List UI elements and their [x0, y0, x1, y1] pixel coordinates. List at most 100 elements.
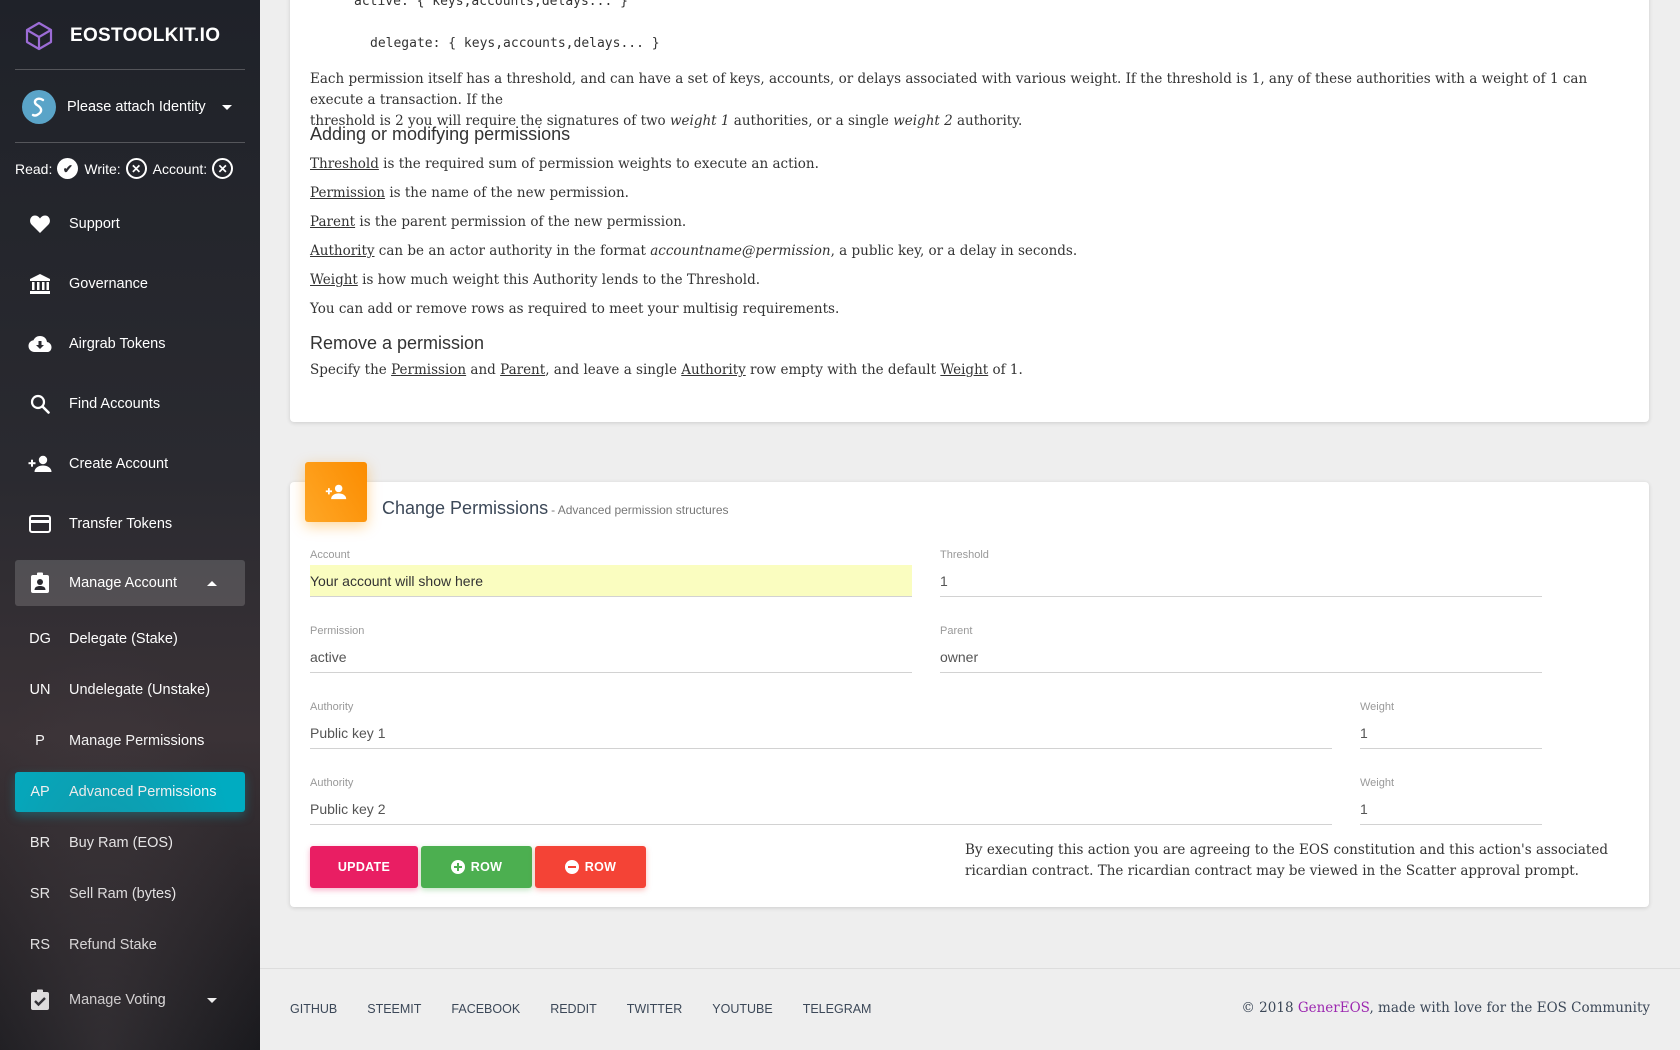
- permission-field: Permission active: [310, 625, 912, 673]
- permission-label: Permission: [310, 625, 365, 637]
- nav-transfer-tokens[interactable]: Transfer Tokens: [15, 501, 245, 547]
- permission-definition: Permission is the name of the new permis…: [310, 183, 1630, 204]
- nav-refund-stake[interactable]: RS Refund Stake: [15, 925, 245, 965]
- contact-badge-icon: [27, 570, 53, 596]
- term-permission: Permission: [310, 185, 386, 201]
- footer-divider: [260, 968, 1680, 969]
- nav-abbr: AP: [30, 784, 50, 800]
- card-title-text: Change Permissions: [382, 498, 549, 518]
- weight-label: Weight: [1360, 777, 1395, 789]
- term-parent: Parent: [500, 362, 546, 378]
- nav-undelegate-unstake[interactable]: UN Undelegate (Unstake): [15, 670, 245, 710]
- term-permission: Permission: [391, 362, 467, 378]
- add-row-button[interactable]: ROW: [421, 846, 532, 888]
- nav-abbr: P: [35, 733, 45, 749]
- authority-label: Authority: [310, 777, 354, 789]
- heading-remove-permission: Remove a permission: [310, 333, 485, 353]
- nav-delegate-stake[interactable]: DG Delegate (Stake): [15, 619, 245, 659]
- nav-abbr: UN: [29, 682, 51, 698]
- cancel-icon: ✕: [125, 158, 147, 179]
- footer-link-twitter[interactable]: TWITTER: [627, 1002, 683, 1016]
- nav-abbr: RS: [29, 937, 51, 953]
- account-field: Account Your account will show here: [310, 549, 912, 597]
- parent-definition: Parent is the parent permission of the n…: [310, 212, 1630, 233]
- scatter-avatar-icon: [22, 90, 56, 124]
- nav-manage-permissions[interactable]: P Manage Permissions: [15, 721, 245, 761]
- code-active: active: { keys,accounts,delays... }: [354, 0, 628, 9]
- term-parent: Parent: [310, 214, 356, 230]
- update-button-label: UPDATE: [337, 860, 391, 874]
- nav-airgrab-tokens[interactable]: Airgrab Tokens: [15, 321, 245, 367]
- nav-manage-account[interactable]: Manage Account: [15, 560, 245, 606]
- card-subtitle: - Advanced permission structures: [551, 503, 729, 517]
- emphasis-text: weight 2: [893, 113, 953, 129]
- term-authority: Authority: [681, 362, 746, 378]
- authority-input[interactable]: Public key 1: [310, 717, 1332, 749]
- chevron-down-icon: [221, 104, 232, 110]
- cloud-download-icon: [27, 331, 53, 357]
- weight-input[interactable]: 1: [1360, 793, 1542, 825]
- footer-link-youtube[interactable]: YOUTUBE: [712, 1002, 772, 1016]
- nav-label: Manage Voting: [69, 992, 166, 1008]
- threshold-paragraph: Each permission itself has a threshold, …: [310, 69, 1630, 132]
- cube-logo-icon: [25, 21, 53, 51]
- weight-label: Weight: [1360, 701, 1395, 713]
- nav-label: Buy Ram (EOS): [69, 835, 173, 851]
- nav-governance[interactable]: Governance: [15, 261, 245, 307]
- generos-link[interactable]: GenerEOS: [1298, 1000, 1370, 1016]
- nav-label: Advanced Permissions: [69, 784, 217, 800]
- check-icon: ✔: [57, 158, 79, 179]
- nav-label: Delegate (Stake): [69, 631, 178, 647]
- nav-abbr: BR: [29, 835, 51, 851]
- term-weight: Weight: [310, 272, 358, 288]
- code-delegate: delegate: { keys,accounts,delays... }: [370, 36, 660, 51]
- parent-input[interactable]: owner: [940, 641, 1542, 673]
- person-add-icon: [27, 451, 53, 477]
- nav-abbr: DG: [29, 631, 51, 647]
- add-circle-icon: [450, 860, 465, 874]
- logo[interactable]: EOSTOOLKIT.IO: [24, 20, 220, 52]
- footer-links: GITHUB STEEMIT FACEBOOK REDDIT TWITTER Y…: [290, 1002, 901, 1016]
- instruction-text: , and leave a single: [545, 362, 682, 378]
- footer-link-reddit[interactable]: REDDIT: [550, 1002, 597, 1016]
- clipboard-check-icon: [27, 987, 53, 1013]
- threshold-field: Threshold 1: [940, 549, 1542, 597]
- emphasis-text: weight 1: [669, 113, 730, 129]
- threshold-definition: Threshold is the required sum of permiss…: [310, 154, 1630, 175]
- weight-definition: Weight is how much weight this Authority…: [310, 270, 1630, 291]
- nav-manage-voting[interactable]: Manage Voting: [15, 977, 245, 1023]
- footer-link-steemit[interactable]: STEEMIT: [367, 1002, 421, 1016]
- nav-find-accounts[interactable]: Find Accounts: [15, 381, 245, 427]
- definition-text: is how much weight this Authority lends …: [357, 272, 761, 288]
- instruction-text: and: [466, 362, 501, 378]
- weight-input[interactable]: 1: [1360, 717, 1542, 749]
- authority-field: Authority Public key 1: [310, 701, 1332, 749]
- permission-input[interactable]: active: [310, 641, 912, 673]
- nav-sell-ram[interactable]: SR Sell Ram (bytes): [15, 874, 245, 914]
- nav-create-account[interactable]: Create Account: [15, 441, 245, 487]
- account-input[interactable]: Your account will show here: [310, 565, 912, 597]
- nav-label: Governance: [69, 276, 148, 292]
- main-content: active: { keys,accounts,delays... } dele…: [260, 0, 1680, 1050]
- nav-label: Refund Stake: [69, 937, 157, 953]
- nav-support[interactable]: Support: [15, 201, 245, 247]
- threshold-input[interactable]: 1: [940, 565, 1542, 597]
- emphasis-text: accountname@permission: [650, 243, 831, 259]
- write-label: Write:: [84, 160, 121, 177]
- footer-link-facebook[interactable]: FACEBOOK: [451, 1002, 520, 1016]
- nav-label: Create Account: [69, 456, 169, 472]
- threshold-paragraph-text: authority.: [952, 113, 1023, 129]
- remove-row-button[interactable]: ROW: [535, 846, 646, 888]
- footer-link-telegram[interactable]: TELEGRAM: [803, 1002, 872, 1016]
- authority-input[interactable]: Public key 2: [310, 793, 1332, 825]
- account-label: Account: [310, 549, 350, 561]
- bank-icon: [27, 271, 53, 297]
- update-button[interactable]: UPDATE: [310, 846, 418, 888]
- sidebar-divider: [15, 142, 245, 143]
- identity-selector[interactable]: Please attach Identity: [22, 90, 242, 124]
- footer-link-github[interactable]: GITHUB: [290, 1002, 337, 1016]
- nav-buy-ram[interactable]: BR Buy Ram (EOS): [15, 823, 245, 863]
- nav-advanced-permissions[interactable]: AP Advanced Permissions: [15, 772, 245, 812]
- definition-text: , a public key, or a delay in seconds.: [830, 243, 1078, 259]
- nav-label: Airgrab Tokens: [69, 336, 166, 352]
